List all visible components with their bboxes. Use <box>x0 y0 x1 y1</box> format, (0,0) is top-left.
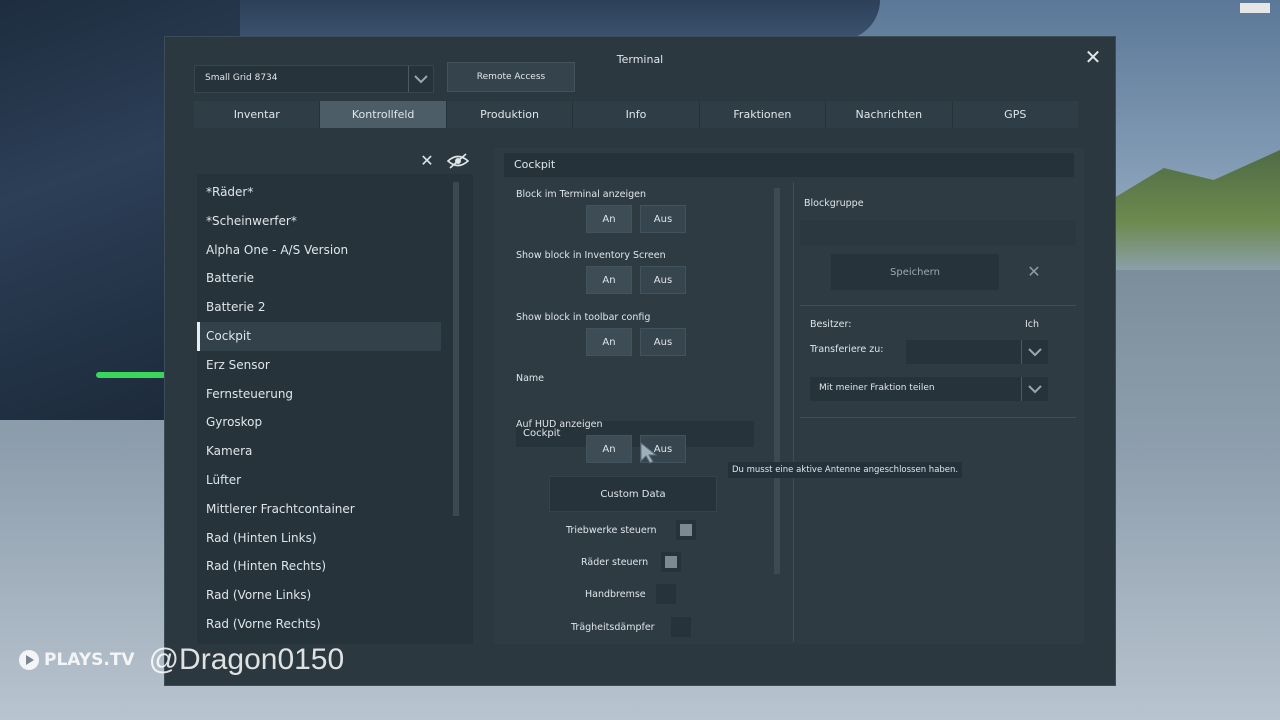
blockgroup-label: Blockgruppe <box>804 198 864 209</box>
handbrake-label: Handbremse <box>585 589 646 600</box>
detail-scrollbar[interactable] <box>774 188 780 574</box>
show-inventory-label: Show block in Inventory Screen <box>516 250 666 261</box>
remove-group-icon[interactable]: ✕ <box>1026 264 1042 280</box>
plays-tv-watermark: PLAYS.TV @Dragon0150 <box>18 640 344 680</box>
list-item[interactable]: Rad (Vorne Links) <box>197 581 441 610</box>
plays-tv-logo: PLAYS.TV <box>18 649 135 671</box>
terminal-window: Terminal ✕ Small Grid 8734 Remote Access… <box>164 36 1116 686</box>
block-list-panel: ✕ *Räder* *Scheinwerfer* Alpha One - A/S… <box>197 148 473 644</box>
section-divider <box>800 417 1076 418</box>
corner-tag <box>1240 3 1270 13</box>
dampeners-checkbox[interactable] <box>671 617 691 637</box>
antenna-tooltip: Du musst eine aktive Antenne angeschloss… <box>728 462 963 478</box>
list-item[interactable]: *Räder* <box>197 178 441 207</box>
tab-info[interactable]: Info <box>573 101 700 128</box>
chevron-down-icon[interactable] <box>408 66 433 92</box>
list-item[interactable]: *Scheinwerfer* <box>197 207 441 236</box>
share-dropdown-value: Mit meiner Fraktion teilen <box>819 383 935 393</box>
list-item[interactable]: Alpha One - A/S Version <box>197 236 441 265</box>
transfer-dropdown[interactable] <box>906 340 1048 364</box>
remote-access-button[interactable]: Remote Access <box>447 62 575 92</box>
grid-select-dropdown[interactable]: Small Grid 8734 <box>194 65 434 93</box>
thrusters-label: Triebwerke steuern <box>566 525 657 536</box>
chevron-down-icon[interactable] <box>1021 377 1048 401</box>
hide-eye-icon[interactable] <box>446 152 470 170</box>
owner-value: Ich <box>1025 319 1040 330</box>
list-item[interactable]: Batterie <box>197 264 441 293</box>
thrusters-checkbox[interactable] <box>676 520 696 540</box>
show-hud-label: Auf HUD anzeigen <box>516 419 603 430</box>
blockgroup-input[interactable] <box>800 220 1076 246</box>
watermark-handle: @Dragon0150 <box>148 643 345 676</box>
list-item[interactable]: Rad (Hinten Links) <box>197 524 441 553</box>
wheels-checkbox[interactable] <box>661 552 681 572</box>
list-item[interactable]: Lüfter <box>197 466 441 495</box>
list-item[interactable]: Mittlerer Frachtcontainer <box>197 495 441 524</box>
show-toolbar-label: Show block in toolbar config <box>516 312 651 323</box>
column-divider <box>793 182 794 642</box>
tab-kontrollfeld[interactable]: Kontrollfeld <box>320 101 447 128</box>
show-toolbar-on-button[interactable]: An <box>586 328 632 356</box>
show-terminal-on-button[interactable]: An <box>586 205 632 233</box>
share-dropdown[interactable]: Mit meiner Fraktion teilen <box>810 377 1048 401</box>
owner-label: Besitzer: <box>810 319 852 330</box>
tab-fraktionen[interactable]: Fraktionen <box>699 101 827 128</box>
plays-tv-brand: PLAYS.TV <box>44 650 135 670</box>
tab-produktion[interactable]: Produktion <box>446 101 574 128</box>
tab-inventar[interactable]: Inventar <box>194 101 321 128</box>
show-inventory-on-button[interactable]: An <box>586 266 632 294</box>
tab-nachrichten[interactable]: Nachrichten <box>826 101 953 128</box>
show-terminal-label: Block im Terminal anzeigen <box>516 189 647 200</box>
mouse-cursor-icon <box>640 442 658 464</box>
block-detail-title: Cockpit <box>504 153 1074 177</box>
list-item[interactable]: Erz Sensor <box>197 351 441 380</box>
wheels-label: Räder steuern <box>581 557 649 568</box>
transfer-label: Transferiere zu: <box>810 344 884 355</box>
background-green-light <box>96 372 166 378</box>
name-label: Name <box>516 373 545 384</box>
list-item[interactable]: Batterie 2 <box>197 293 441 322</box>
show-inventory-off-button[interactable]: Aus <box>640 266 686 294</box>
list-item[interactable]: Gyroskop <box>197 408 441 437</box>
list-item[interactable]: Rad (Hinten Rechts) <box>197 552 441 581</box>
background-hills <box>1114 150 1280 270</box>
show-hud-on-button[interactable]: An <box>586 435 632 463</box>
show-toolbar-off-button[interactable]: Aus <box>640 328 686 356</box>
show-terminal-off-button[interactable]: Aus <box>640 205 686 233</box>
block-list: *Räder* *Scheinwerfer* Alpha One - A/S V… <box>197 178 441 639</box>
clear-search-icon[interactable]: ✕ <box>419 153 435 169</box>
list-item-selected[interactable]: Cockpit <box>197 321 441 351</box>
background-ship-hull <box>170 0 880 40</box>
chevron-down-icon[interactable] <box>1021 340 1048 364</box>
save-button[interactable]: Speichern <box>831 254 999 290</box>
block-detail-panel: Cockpit Block im Terminal anzeigen An Au… <box>494 148 1084 644</box>
section-divider <box>800 305 1076 306</box>
grid-select-value: Small Grid 8734 <box>205 73 278 83</box>
close-icon[interactable]: ✕ <box>1083 47 1103 67</box>
dampeners-label: Trägheitsdämpfer <box>571 622 655 633</box>
handbrake-checkbox[interactable] <box>656 584 676 604</box>
block-list-scrollbar[interactable] <box>453 182 459 516</box>
play-icon <box>19 650 39 670</box>
tab-gps[interactable]: GPS <box>952 101 1078 128</box>
tab-bar: Inventar Kontrollfeld Produktion Info Fr… <box>194 101 1078 128</box>
custom-data-button[interactable]: Custom Data <box>549 476 717 512</box>
list-item[interactable]: Rad (Vorne Rechts) <box>197 610 441 639</box>
list-item[interactable]: Fernsteuerung <box>197 380 441 409</box>
list-item[interactable]: Kamera <box>197 437 441 466</box>
